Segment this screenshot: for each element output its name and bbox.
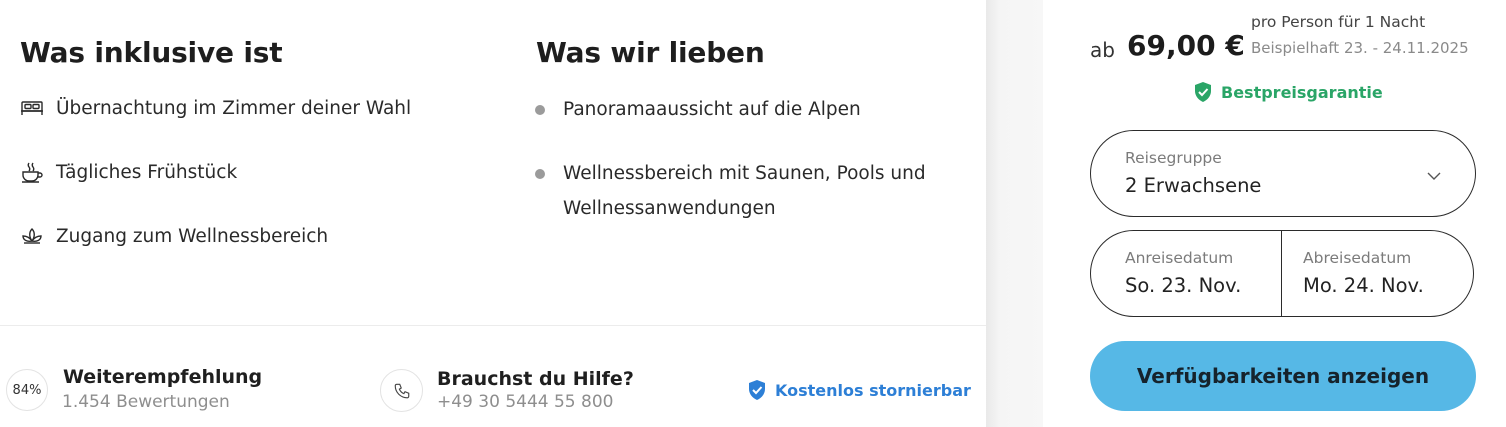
recommend-count: 1.454 Bewertungen <box>62 392 230 412</box>
included-title: Was inklusive ist <box>20 36 283 69</box>
bed-icon <box>19 97 45 119</box>
recommend-badge: 84% <box>6 369 48 411</box>
loved-item-text: Wellnessbereich mit Saunen, Pools und <box>563 163 926 184</box>
show-availability-button[interactable]: Verfügbarkeiten anzeigen <box>1090 341 1476 411</box>
travel-group-label: Reisegruppe <box>1125 149 1222 167</box>
best-price-badge: Bestpreisgarantie <box>1193 81 1383 103</box>
departure-label: Abreisedatum <box>1303 249 1412 267</box>
panel-gutter <box>986 0 1043 427</box>
price-prefix: ab <box>1090 38 1115 62</box>
included-item-label: Tägliches Frühstück <box>56 161 238 183</box>
phone-icon[interactable] <box>380 369 423 412</box>
arrival-date-field[interactable]: Anreisedatum So. 23. Nov. <box>1091 231 1282 316</box>
coffee-cup-icon <box>19 161 45 183</box>
included-item: Zugang zum Wellnessbereich <box>19 225 328 247</box>
included-item-label: Übernachtung im Zimmer deiner Wahl <box>56 97 412 119</box>
shield-check-icon <box>747 379 767 401</box>
price-note: pro Person für 1 Nacht <box>1251 13 1426 31</box>
travel-group-value: 2 Erwachsene <box>1125 174 1262 197</box>
divider <box>0 325 986 326</box>
included-item-label: Zugang zum Wellnessbereich <box>56 225 329 247</box>
loved-title: Was wir lieben <box>536 36 765 69</box>
chevron-down-icon[interactable] <box>1427 166 1441 185</box>
shield-check-icon <box>1193 81 1213 103</box>
best-price-label: Bestpreisgarantie <box>1221 82 1383 102</box>
bullet-dot <box>535 169 545 179</box>
included-item: Übernachtung im Zimmer deiner Wahl <box>19 97 411 119</box>
arrival-label: Anreisedatum <box>1125 249 1234 267</box>
details-panel: Was inklusive ist Übernachtung im Zimmer… <box>0 0 986 427</box>
free-cancel-badge: Kostenlos stornierbar <box>747 379 971 401</box>
bullet-dot <box>535 105 545 115</box>
date-range-field: Anreisedatum So. 23. Nov. Abreisedatum M… <box>1090 230 1474 317</box>
travel-group-select[interactable]: Reisegruppe 2 Erwachsene <box>1090 130 1476 217</box>
help-title: Brauchst du Hilfe? <box>437 368 634 390</box>
price-value: 69,00 € <box>1127 29 1245 62</box>
example-dates: Beispielhaft 23. - 24.11.2025 <box>1251 39 1469 57</box>
departure-date-field[interactable]: Abreisedatum Mo. 24. Nov. <box>1282 231 1473 316</box>
lotus-icon <box>19 225 45 247</box>
included-item: Tägliches Frühstück <box>19 161 237 183</box>
loved-item-text: Panoramaaussicht auf die Alpen <box>563 99 861 120</box>
recommend-title: Weiterempfehlung <box>63 366 263 388</box>
help-phone[interactable]: +49 30 5444 55 800 <box>437 392 613 412</box>
free-cancel-label: Kostenlos stornierbar <box>775 380 971 400</box>
departure-value: Mo. 24. Nov. <box>1303 274 1424 297</box>
arrival-value: So. 23. Nov. <box>1125 274 1242 297</box>
loved-item: Panoramaaussicht auf die Alpen <box>563 92 861 127</box>
loved-item-text: Wellnessanwendungen <box>563 198 776 219</box>
loved-item: Wellnessbereich mit Saunen, Pools und We… <box>563 156 926 226</box>
